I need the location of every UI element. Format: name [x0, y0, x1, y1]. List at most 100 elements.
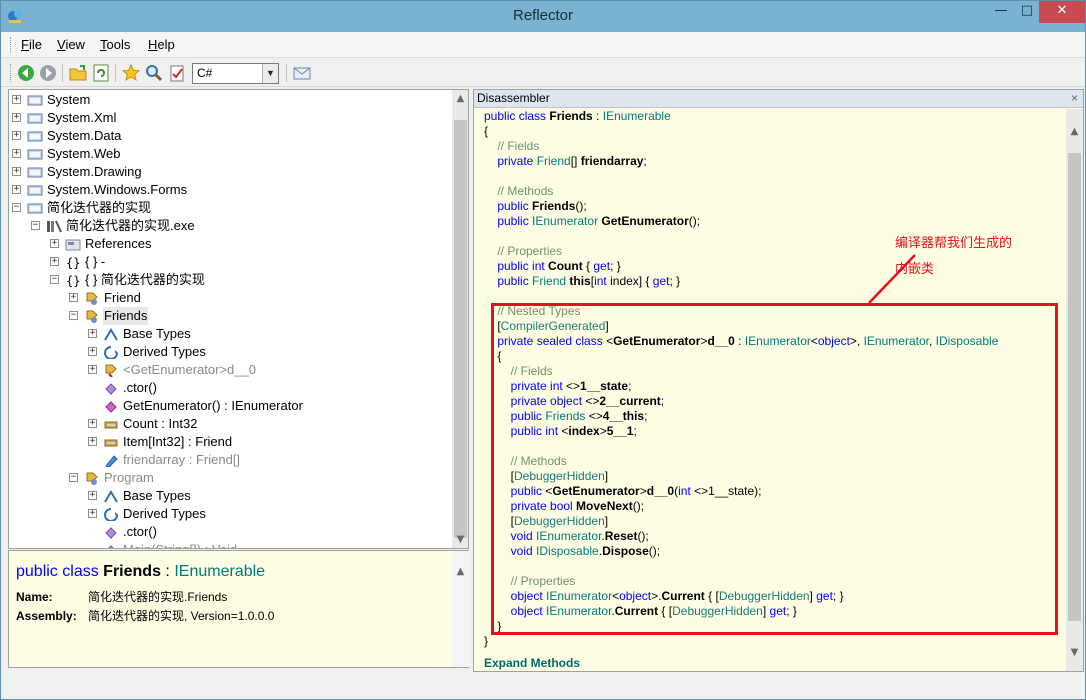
expand-icon[interactable]: + [88, 509, 97, 518]
code-token[interactable]: Friend [537, 154, 571, 168]
menu-tools[interactable]: Tools [100, 37, 130, 52]
collapse-icon[interactable]: − [12, 203, 21, 212]
tree-item[interactable]: + Friend [9, 289, 449, 307]
open-icon[interactable] [68, 63, 88, 83]
tree-item[interactable]: + References [9, 235, 449, 253]
tree-item[interactable]: + Derived Types [9, 505, 449, 523]
close-button[interactable]: ✕ [1039, 1, 1085, 23]
menu-help[interactable]: Help [148, 37, 175, 52]
scroll-down-icon[interactable]: ▼ [1066, 644, 1083, 661]
tree-item[interactable]: + Item[Int32] : Friend [9, 433, 449, 451]
code-token[interactable]: friendarray [581, 154, 644, 168]
menu-view[interactable]: View [57, 37, 85, 52]
tree-item-label: Base Types [123, 326, 191, 341]
minimize-button[interactable]: — [987, 1, 1015, 23]
tree-item[interactable]: .ctor() [9, 379, 449, 397]
scroll-up-icon[interactable]: ▲ [452, 90, 468, 107]
tree-item[interactable]: Main(String[]) : Void [9, 541, 449, 548]
disassembler-scrollbar[interactable]: ▲ ▼ [1066, 109, 1083, 671]
tree-scroll-thumb[interactable] [454, 120, 467, 538]
assembly-tree[interactable]: + System + System.Xml + System.Data + System.We… [8, 89, 469, 549]
toolbar-grip [10, 64, 13, 82]
tree-item[interactable]: − Friends [9, 307, 449, 325]
expand-icon[interactable]: + [12, 113, 21, 122]
bookmark-star-icon[interactable] [121, 63, 141, 83]
expand-icon[interactable]: + [12, 167, 21, 176]
tree-item[interactable]: − Program [9, 469, 449, 487]
email-icon[interactable] [292, 63, 312, 83]
code-token[interactable]: Friends [549, 109, 592, 123]
tree-item[interactable]: + <GetEnumerator>d__0 [9, 361, 449, 379]
tree-scrollbar[interactable]: ▲ ▼ [452, 90, 468, 548]
expand-icon[interactable]: + [88, 437, 97, 446]
tree-item[interactable]: − 简化迭代器的实现.exe [9, 217, 449, 235]
maximize-button[interactable]: □ [1013, 1, 1041, 23]
expand-icon[interactable]: + [12, 185, 21, 194]
scroll-up-icon[interactable]: ▲ [452, 563, 469, 580]
tree-item-label: System.Web [47, 146, 121, 161]
language-select[interactable]: C# ▼ [192, 63, 279, 84]
asm-icon [27, 95, 43, 106]
collapse-icon[interactable]: − [69, 311, 78, 320]
tree-item[interactable]: + System.Data [9, 127, 449, 145]
code-token: public [484, 274, 533, 288]
expand-icon[interactable]: + [12, 95, 21, 104]
expand-icon[interactable]: + [69, 293, 78, 302]
collapse-icon[interactable]: − [31, 221, 40, 230]
tree-item[interactable]: + System.Web [9, 145, 449, 163]
close-icon[interactable]: × [1071, 90, 1078, 107]
code-token[interactable]: IEnumerable [603, 109, 671, 123]
tree-item[interactable]: friendarray : Friend[] [9, 451, 449, 469]
info-base-type[interactable]: IEnumerable [174, 563, 265, 580]
search-icon[interactable] [144, 63, 164, 83]
expand-icon[interactable]: + [12, 149, 21, 158]
expand-icon[interactable]: + [88, 347, 97, 356]
code-token[interactable]: Friend [532, 274, 569, 288]
info-class-name[interactable]: Friends [103, 563, 161, 580]
expand-methods-link[interactable]: Expand Methods [484, 656, 580, 670]
method-icon [105, 527, 117, 539]
tree-item[interactable]: + System [9, 91, 449, 109]
code-token[interactable]: IEnumerator [532, 214, 601, 228]
tree-item[interactable]: −{} { } 简化迭代器的实现 [9, 271, 449, 289]
collapse-icon[interactable]: − [69, 473, 78, 482]
expand-icon[interactable]: + [88, 419, 97, 428]
tree-item[interactable]: GetEnumerator() : IEnumerator [9, 397, 449, 415]
code-token[interactable]: this [569, 274, 590, 288]
base-icon [104, 490, 118, 503]
back-icon[interactable] [16, 63, 36, 83]
menu-file[interactable]: File [21, 37, 42, 52]
scroll-up-icon[interactable]: ▲ [1066, 123, 1083, 140]
chevron-down-icon[interactable]: ▼ [262, 64, 278, 83]
expand-icon[interactable]: + [88, 365, 97, 374]
toolbar: C# ▼ [1, 59, 1085, 87]
code-token[interactable]: Count [548, 259, 583, 273]
forward-icon[interactable] [38, 63, 58, 83]
refresh-icon[interactable] [91, 63, 111, 83]
tree-item[interactable]: + Base Types [9, 325, 449, 343]
tree-item-label: System.Drawing [47, 164, 142, 179]
expand-icon[interactable]: + [88, 329, 97, 338]
tree-item[interactable]: + {} { } - [9, 253, 449, 271]
tree-item[interactable]: .ctor() [9, 523, 449, 541]
tree-item-label: 简化迭代器的实现 [47, 200, 152, 215]
collapse-icon[interactable]: − [50, 275, 59, 284]
tree-item[interactable]: + System.Windows.Forms [9, 181, 449, 199]
code-token[interactable]: Friends [532, 199, 575, 213]
code-token[interactable]: GetEnumerator [601, 214, 688, 228]
expand-icon[interactable]: + [12, 131, 21, 140]
disassembler-scroll-thumb[interactable] [1068, 153, 1081, 621]
tree-item[interactable]: + Derived Types [9, 343, 449, 361]
analyze-icon[interactable] [167, 63, 187, 83]
tree-item[interactable]: + Base Types [9, 487, 449, 505]
expand-icon[interactable]: + [88, 491, 97, 500]
tree-item[interactable]: + System.Drawing [9, 163, 449, 181]
tree-item[interactable]: + Count : Int32 [9, 415, 449, 433]
scroll-down-icon[interactable]: ▼ [452, 531, 468, 548]
expand-icon[interactable]: + [50, 239, 59, 248]
tree-item[interactable]: + System.Xml [9, 109, 449, 127]
expand-icon[interactable]: + [50, 257, 59, 266]
info-scrollbar[interactable]: ▲ [452, 551, 469, 667]
field-icon [105, 455, 118, 467]
tree-item[interactable]: − 简化迭代器的实现 [9, 199, 449, 217]
